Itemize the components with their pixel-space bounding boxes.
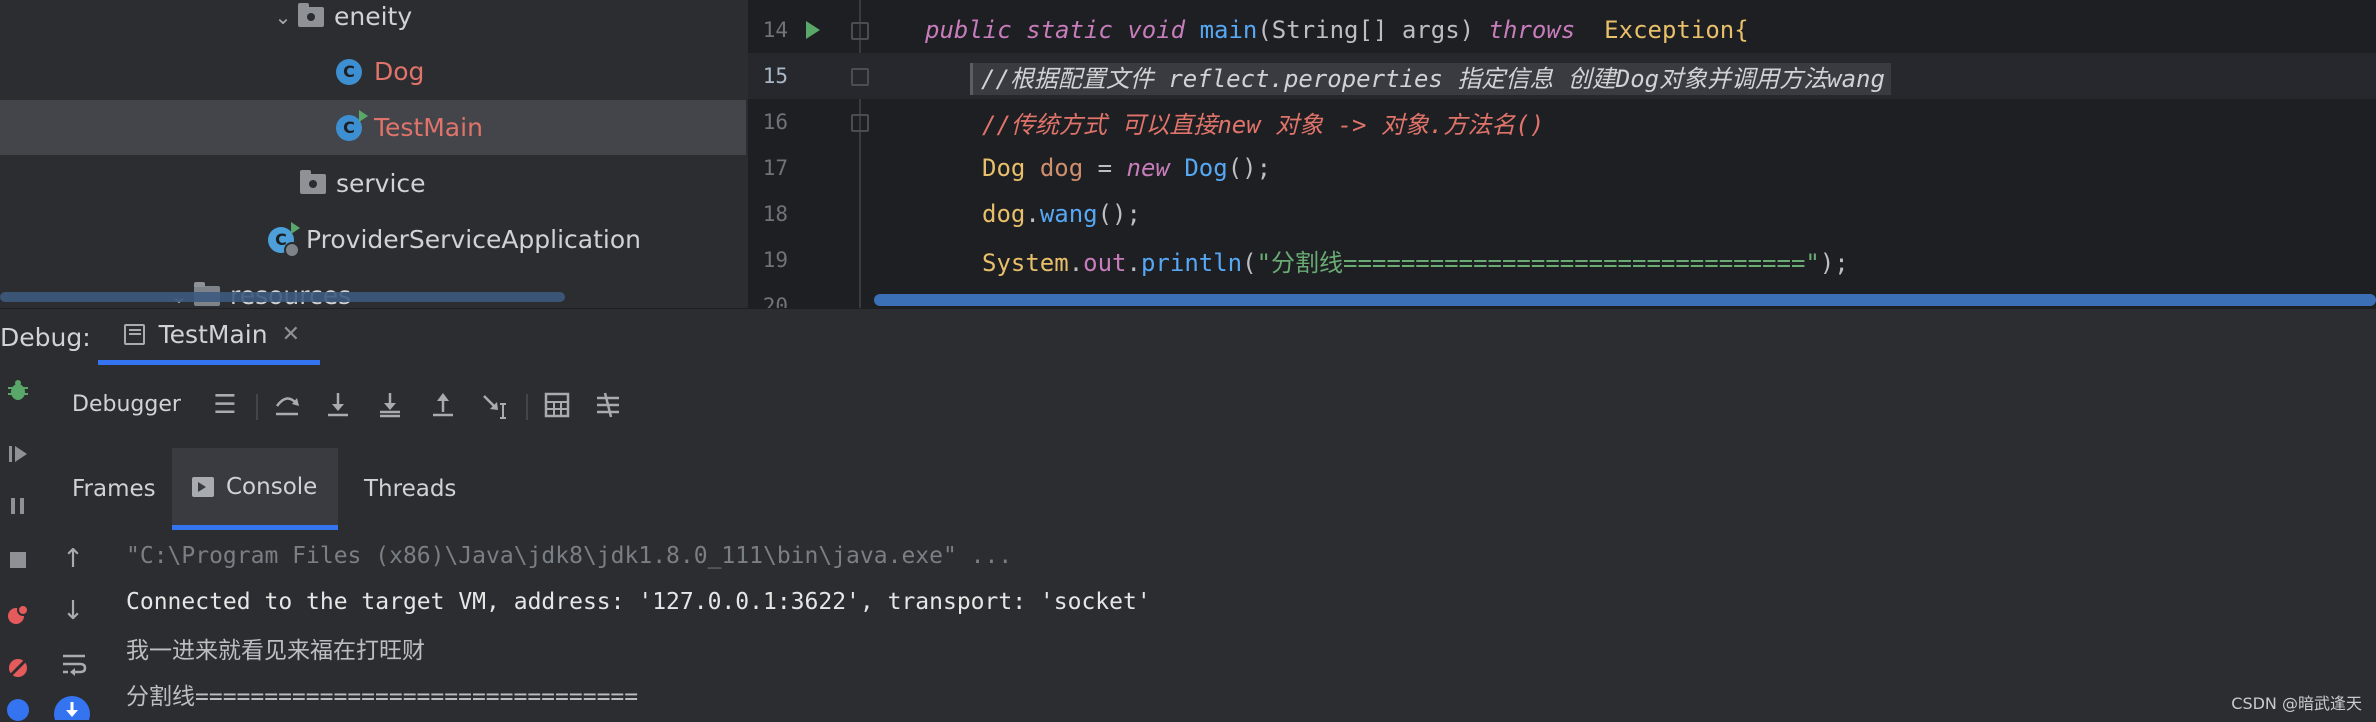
fold-icon[interactable] (851, 22, 869, 40)
run-gutter-icon[interactable] (806, 21, 820, 39)
tree-item-label: TestMain (374, 113, 483, 142)
code-editor[interactable]: 14 public static void main(String[] args… (748, 0, 2376, 308)
settings-badge-icon[interactable] (6, 698, 30, 722)
scroll-up-icon[interactable]: ↑ (58, 544, 88, 574)
evaluate-expression-icon[interactable] (542, 390, 572, 420)
code-line[interactable]: 16 //传统方式 可以直接new 对象 -> 对象.方法名() (748, 99, 2376, 145)
tree-item-resources[interactable]: ⌄ resources (0, 268, 746, 308)
code-text: System.out.println("分割线=================… (982, 248, 1849, 277)
tree-item-testmain[interactable]: C TestMain (0, 100, 746, 155)
code-text: dog.wang(); (982, 200, 1141, 228)
spring-boot-app-icon: C (268, 221, 300, 258)
code-text: public static void main(String[] args) t… (925, 16, 1749, 44)
close-icon[interactable]: ✕ (282, 322, 300, 347)
code-text: //传统方式 可以直接new 对象 -> 对象.方法名() (982, 110, 1545, 139)
tree-item-label: eneity (334, 2, 413, 31)
folder-icon (300, 169, 326, 194)
code-line[interactable]: 19 System.out.println("分割线==============… (748, 237, 2376, 283)
tree-item-dog[interactable]: C Dog (0, 44, 746, 99)
layout-icon[interactable]: ☰ (210, 390, 240, 420)
tab-label: Console (226, 473, 318, 500)
tab-console[interactable]: Console (172, 448, 338, 530)
runnable-class-icon: C (336, 109, 368, 141)
folder-icon (298, 2, 324, 27)
line-number: 20 (762, 294, 788, 308)
step-out-icon[interactable] (428, 390, 458, 420)
debugger-toolbar: Debugger ☰ (40, 372, 1040, 440)
tab-label: Threads (364, 476, 457, 502)
watermark: CSDN @暗武逢天 (2231, 694, 2362, 713)
debugger-tab-label[interactable]: Debugger (72, 392, 181, 417)
code-text: //根据配置文件 reflect.peroperties 指定信息 创建Dog对… (970, 59, 1891, 95)
line-number: 14 (762, 18, 788, 42)
horizontal-scrollbar[interactable] (0, 292, 565, 302)
resume-program-icon[interactable] (6, 442, 30, 466)
tree-item-provider-service-application[interactable]: C ProviderServiceApplication (0, 212, 746, 267)
tab-label: TestMain (158, 320, 268, 349)
bug-icon[interactable] (6, 378, 30, 402)
scroll-down-icon[interactable]: ↓ (58, 596, 88, 626)
tab-label: Frames (72, 476, 156, 502)
code-line-current[interactable]: 15 //根据配置文件 reflect.peroperties 指定信息 创建D… (748, 53, 2376, 99)
chevron-down-icon[interactable]: ⌄ (268, 5, 298, 29)
fold-icon[interactable] (851, 114, 869, 132)
tree-item-service[interactable]: service (0, 156, 746, 211)
run-to-cursor-icon[interactable] (480, 390, 510, 420)
console-line[interactable]: "C:\Program Files (x86)\Java\jdk8\jdk1.8… (126, 537, 1012, 575)
code-text: Dog dog = new Dog(); (982, 154, 1272, 182)
debugger-subtabs: Frames Console Threads (40, 448, 640, 530)
class-icon: C (336, 58, 362, 85)
fold-icon[interactable] (851, 68, 869, 86)
tab-testmain[interactable]: TestMain ✕ (98, 309, 320, 365)
tab-frames[interactable]: Frames (72, 448, 156, 530)
debug-side-toolbar (0, 366, 35, 722)
toolbar-separator (526, 394, 528, 420)
line-number: 18 (762, 202, 788, 226)
console-output[interactable]: "C:\Program Files (x86)\Java\jdk8\jdk1.8… (126, 532, 2366, 720)
force-step-into-icon[interactable] (375, 390, 405, 420)
toolbar-separator (256, 394, 258, 420)
code-line[interactable]: 18 dog.wang(); (748, 191, 2376, 237)
console-line: 我一进来就看见来福在打旺财 (126, 638, 425, 664)
console-line: 分割线================================ (126, 684, 639, 710)
run-config-icon (124, 324, 145, 345)
tree-item-label: ProviderServiceApplication (306, 225, 642, 254)
code-line[interactable]: 17 Dog dog = new Dog(); (748, 145, 2376, 191)
soft-wrap-icon[interactable] (60, 650, 88, 678)
debug-tool-window-header: Debug: TestMain ✕ (0, 308, 2376, 367)
trace-icon[interactable] (593, 390, 623, 420)
view-breakpoints-icon[interactable] (6, 602, 30, 626)
line-number: 15 (762, 64, 788, 88)
tree-item-eneity[interactable]: ⌄ eneity (0, 0, 746, 44)
tree-item-label: service (336, 169, 426, 198)
line-number: 19 (762, 248, 788, 272)
tab-threads[interactable]: Threads (364, 448, 456, 530)
project-tree: ⌄ eneity C Dog C TestMain service C Prov… (0, 0, 746, 308)
pause-icon[interactable] (6, 494, 30, 518)
comment-highlight: //根据配置文件 reflect.peroperties 指定信息 创建Dog对… (970, 62, 1891, 95)
step-into-icon[interactable] (323, 390, 353, 420)
code-line[interactable]: 14 public static void main(String[] args… (748, 7, 2376, 53)
line-number: 17 (762, 156, 788, 180)
debug-title: Debug: (0, 323, 91, 352)
stop-icon[interactable] (6, 548, 30, 572)
line-number: 16 (762, 110, 788, 134)
console-icon (192, 476, 214, 497)
scroll-to-end-icon[interactable] (52, 694, 92, 720)
step-over-icon[interactable] (272, 390, 302, 420)
console-line: Connected to the target VM, address: '12… (126, 589, 1151, 615)
horizontal-scrollbar[interactable] (874, 294, 2376, 306)
tree-item-label: Dog (374, 57, 425, 86)
mute-breakpoints-icon[interactable] (6, 656, 30, 680)
